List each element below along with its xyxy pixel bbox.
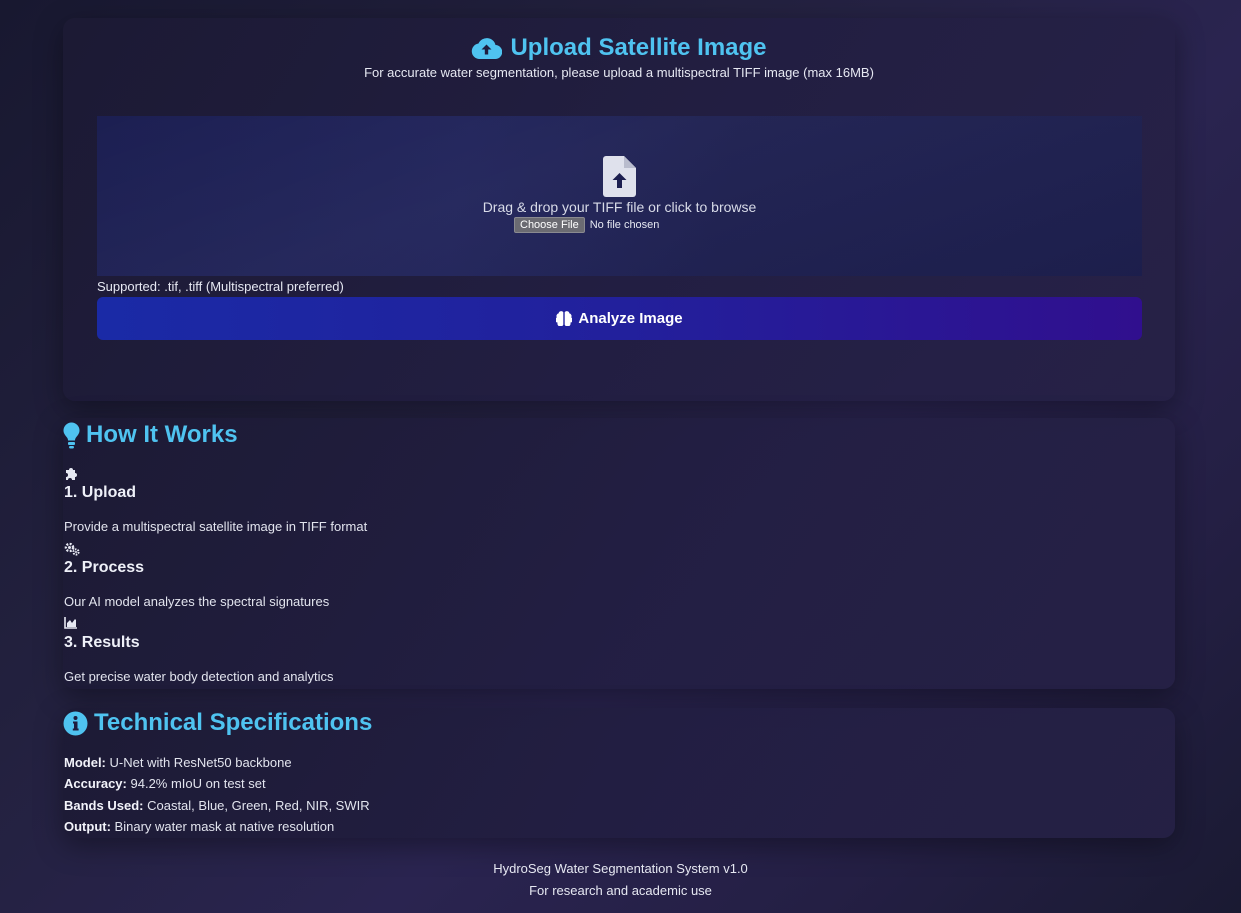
brain-icon bbox=[556, 311, 573, 326]
spec-accuracy: Accuracy: 94.2% mIoU on test set bbox=[64, 776, 266, 791]
supported-formats: Supported: .tif, .tiff (Multispectral pr… bbox=[97, 279, 344, 294]
spec-label: Bands Used: bbox=[64, 798, 144, 813]
spec-output: Output: Binary water mask at native reso… bbox=[64, 819, 334, 834]
analyze-button[interactable]: Analyze Image bbox=[97, 297, 1142, 340]
upload-subtitle: For accurate water segmentation, please … bbox=[364, 65, 874, 80]
spec-value: Coastal, Blue, Green, Red, NIR, SWIR bbox=[147, 798, 370, 813]
how-it-works-title-text: How It Works bbox=[86, 421, 238, 448]
cogs-icon bbox=[64, 542, 80, 556]
step-3-desc: Get precise water body detection and ana… bbox=[64, 669, 334, 684]
file-dropzone[interactable]: Drag & drop your TIFF file or click to b… bbox=[97, 116, 1142, 276]
step-1-desc: Provide a multispectral satellite image … bbox=[64, 519, 368, 534]
cloud-upload-icon bbox=[472, 38, 503, 60]
upload-title: Upload Satellite Image bbox=[63, 34, 1175, 62]
file-input[interactable]: Choose File No file chosen bbox=[514, 217, 659, 233]
puzzle-icon bbox=[66, 468, 77, 480]
technical-specs-title-text: Technical Specifications bbox=[94, 709, 373, 736]
step-2-desc: Our AI model analyzes the spectral signa… bbox=[64, 594, 330, 609]
spec-label: Accuracy: bbox=[64, 776, 127, 791]
upload-title-text: Upload Satellite Image bbox=[510, 34, 767, 61]
spec-label: Model: bbox=[64, 755, 106, 770]
choose-file-button[interactable]: Choose File bbox=[514, 217, 585, 233]
step-3-title: 3. Results bbox=[64, 634, 140, 651]
upload-card: Upload Satellite Image For accurate wate… bbox=[63, 18, 1175, 401]
step-1-title: 1. Upload bbox=[64, 484, 137, 501]
file-upload-icon bbox=[603, 156, 636, 197]
spec-label: Output: bbox=[64, 819, 111, 834]
how-it-works-card: How It Works 1. Upload Provide a multisp… bbox=[63, 418, 1175, 689]
spec-bands: Bands Used: Coastal, Blue, Green, Red, N… bbox=[64, 798, 370, 813]
info-circle-icon bbox=[63, 711, 88, 735]
no-file-text: No file chosen bbox=[589, 219, 660, 231]
technical-specs-title: Technical Specifications bbox=[63, 709, 372, 737]
how-it-works-title: How It Works bbox=[63, 421, 238, 449]
analyze-button-label: Analyze Image bbox=[578, 310, 683, 327]
spec-value: Binary water mask at native resolution bbox=[114, 819, 335, 834]
lightbulb-icon bbox=[63, 422, 80, 448]
footer-system-name: HydroSeg Water Segmentation System v1.0 bbox=[493, 861, 748, 876]
step-2-title: 2. Process bbox=[64, 559, 145, 576]
spec-model: Model: U-Net with ResNet50 backbone bbox=[64, 755, 292, 770]
chart-area-icon bbox=[64, 617, 77, 629]
dropzone-text: Drag & drop your TIFF file or click to b… bbox=[482, 199, 757, 215]
spec-value: 94.2% mIoU on test set bbox=[130, 776, 266, 791]
footer-usage-note: For research and academic use bbox=[529, 883, 712, 898]
spec-value: U-Net with ResNet50 backbone bbox=[109, 755, 292, 770]
technical-specs-card: Technical Specifications Model: U-Net wi… bbox=[63, 708, 1175, 838]
